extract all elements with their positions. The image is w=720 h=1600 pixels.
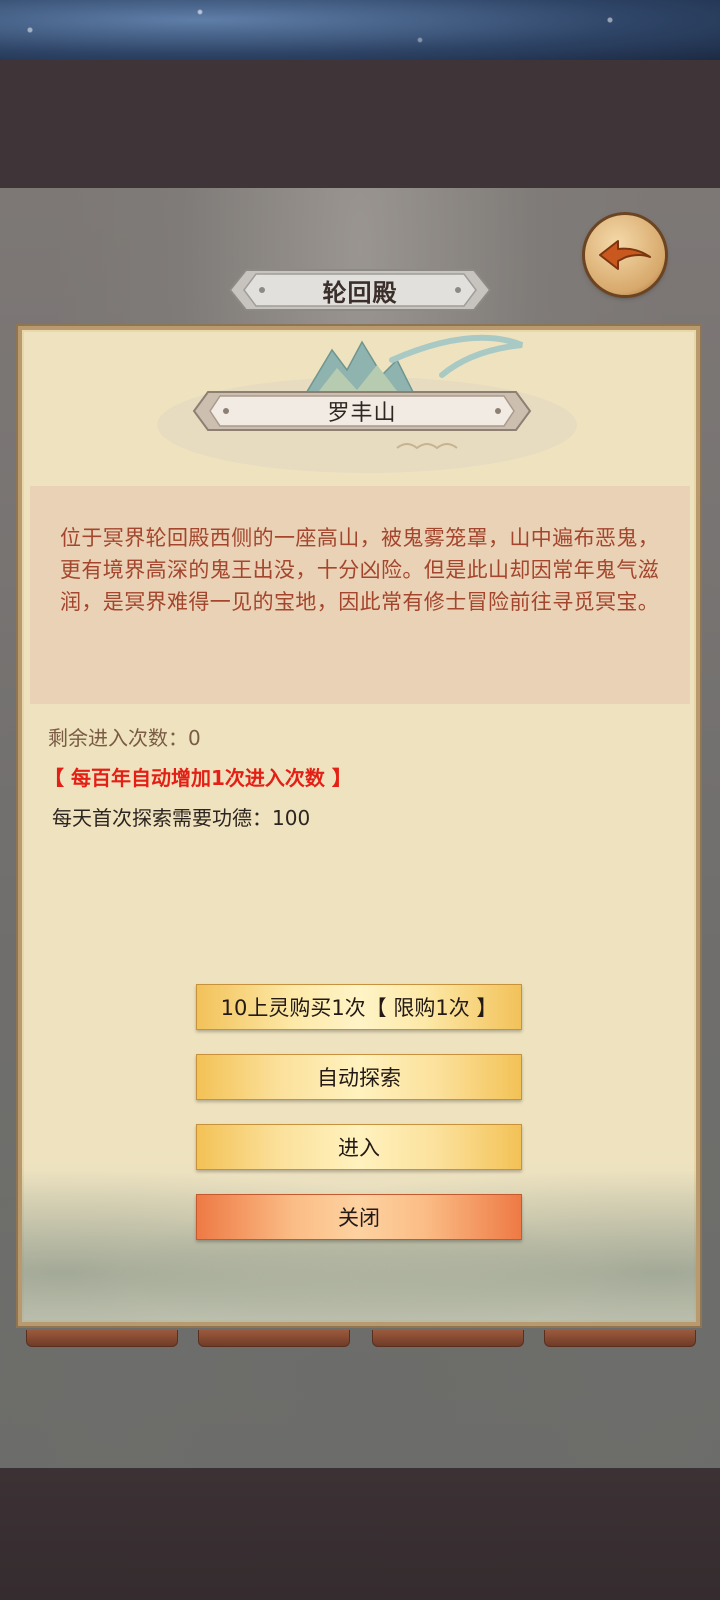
decor-tab <box>26 1330 178 1347</box>
window-title-plate: 轮回殿 <box>228 264 492 316</box>
bottom-dim-band <box>0 1468 720 1600</box>
top-dim-band <box>0 60 720 188</box>
back-button[interactable] <box>585 215 665 295</box>
daily-cost-text: 每天首次探索需要功德：100 <box>52 806 311 830</box>
top-starry-strip <box>0 0 720 60</box>
buy-entry-button[interactable]: 10上灵购买1次【 限购1次 】 <box>196 984 522 1030</box>
back-arrow-icon <box>599 240 651 270</box>
auto-increase-note: 【 每百年自动增加1次进入次数 】 <box>44 766 352 790</box>
panel-bottom-decor <box>22 1330 702 1350</box>
description-box: 位于冥界轮回殿西侧的一座高山，被鬼雾笼罩，山中遍布恶鬼，更有境界高深的鬼王出没，… <box>30 486 690 704</box>
location-name-plate: 罗丰山 <box>192 386 532 436</box>
decor-tab <box>544 1330 696 1347</box>
close-button[interactable]: 关闭 <box>196 1194 522 1240</box>
decor-tab <box>198 1330 350 1347</box>
window-title: 轮回殿 <box>322 278 398 307</box>
location-panel: 罗丰山 位于冥界轮回殿西侧的一座高山，被鬼雾笼罩，山中遍布恶鬼，更有境界高深的鬼… <box>18 326 700 1326</box>
enter-button[interactable]: 进入 <box>196 1124 522 1170</box>
location-description: 位于冥界轮回殿西侧的一座高山，被鬼雾笼罩，山中遍布恶鬼，更有境界高深的鬼王出没，… <box>60 526 660 614</box>
remaining-entries-text: 剩余进入次数：0 <box>48 726 201 750</box>
auto-explore-button[interactable]: 自动探索 <box>196 1054 522 1100</box>
decor-tab <box>372 1330 524 1347</box>
location-name: 罗丰山 <box>327 401 397 426</box>
